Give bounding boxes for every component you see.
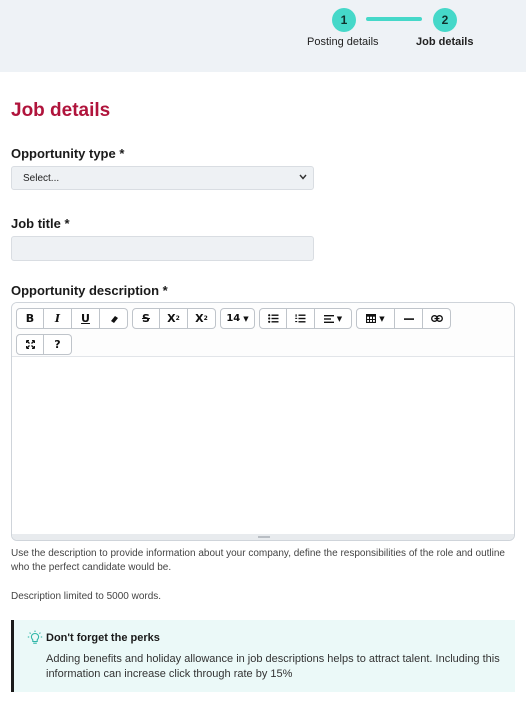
numbered-list-icon bbox=[295, 314, 306, 323]
chevron-down-icon bbox=[299, 172, 307, 182]
eraser-button[interactable] bbox=[100, 308, 128, 329]
eraser-icon bbox=[110, 315, 118, 323]
subscript-button[interactable]: X2 bbox=[188, 308, 216, 329]
horizontal-rule-icon bbox=[403, 317, 414, 320]
job-title-input[interactable] bbox=[11, 236, 314, 261]
italic-button[interactable]: I bbox=[44, 308, 72, 329]
caret-down-icon: ▼ bbox=[336, 314, 343, 323]
editor-resize-handle[interactable] bbox=[12, 534, 514, 540]
bullet-list-button[interactable] bbox=[259, 308, 287, 329]
bold-button[interactable]: B bbox=[16, 308, 44, 329]
step-1-label[interactable]: Posting details bbox=[307, 36, 379, 48]
help-button[interactable]: ? bbox=[44, 334, 72, 355]
step-2-circle: 2 bbox=[433, 8, 457, 32]
table-dropdown[interactable]: ▼ bbox=[356, 308, 395, 329]
opportunity-type-value: Select... bbox=[23, 172, 60, 184]
opportunity-type-label: Opportunity type * bbox=[11, 146, 125, 161]
table-icon bbox=[366, 314, 377, 323]
description-editor[interactable]: B I U S X2 X2 14 ▼ ▼ ▼ ? bbox=[11, 302, 515, 541]
fullscreen-icon bbox=[25, 340, 35, 349]
subscript-label: X bbox=[195, 312, 204, 325]
underline-button[interactable]: U bbox=[72, 308, 100, 329]
editor-toolbar: B I U S X2 X2 14 ▼ ▼ ▼ ? bbox=[12, 303, 514, 357]
font-size-value: 14 bbox=[226, 313, 241, 324]
caret-down-icon: ▼ bbox=[243, 314, 249, 323]
strikethrough-button[interactable]: S bbox=[132, 308, 160, 329]
page-title: Job details bbox=[11, 100, 111, 121]
progress-stepper: 1 2 Posting details Job details bbox=[0, 0, 526, 72]
superscript-button[interactable]: X2 bbox=[160, 308, 188, 329]
fullscreen-button[interactable] bbox=[16, 334, 44, 355]
link-button[interactable] bbox=[423, 308, 451, 329]
align-dropdown[interactable]: ▼ bbox=[315, 308, 352, 329]
caret-down-icon: ▼ bbox=[379, 314, 385, 323]
perks-callout: Don't forget the perks Adding benefits a… bbox=[11, 620, 515, 692]
step-connector bbox=[366, 17, 422, 21]
superscript-label: X bbox=[167, 312, 176, 325]
perks-title: Don't forget the perks bbox=[46, 632, 160, 644]
lightbulb-icon bbox=[27, 630, 43, 646]
description-label: Opportunity description * bbox=[11, 283, 168, 298]
font-size-dropdown[interactable]: 14 ▼ bbox=[220, 308, 255, 329]
bullet-list-icon bbox=[267, 314, 278, 323]
step-1-circle[interactable]: 1 bbox=[332, 8, 356, 32]
align-icon bbox=[323, 314, 334, 323]
horizontal-rule-button[interactable] bbox=[395, 308, 423, 329]
job-title-label: Job title * bbox=[11, 216, 70, 231]
description-hint: Use the description to provide informati… bbox=[11, 548, 505, 573]
step-2-label: Job details bbox=[416, 36, 474, 48]
description-limit: Description limited to 5000 words. bbox=[11, 591, 162, 602]
opportunity-type-select[interactable]: Select... bbox=[11, 166, 314, 190]
numbered-list-button[interactable] bbox=[287, 308, 315, 329]
perks-body: Adding benefits and holiday allowance in… bbox=[46, 653, 500, 680]
link-icon bbox=[430, 315, 443, 322]
